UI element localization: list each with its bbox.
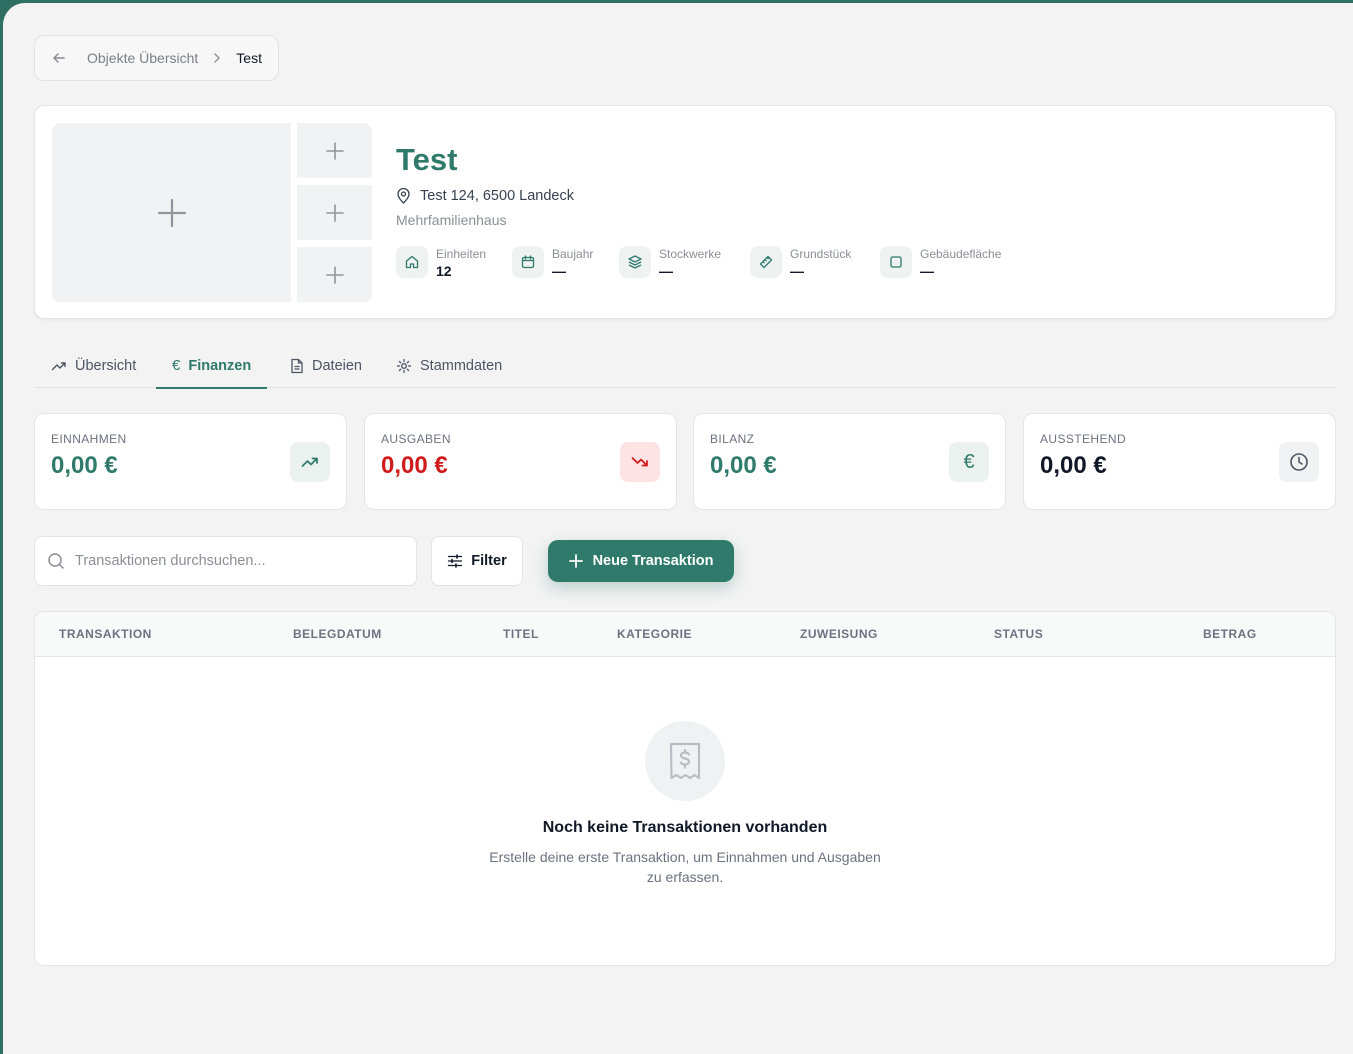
add-image-button-2[interactable] <box>297 185 372 240</box>
kpi-bilanz: BILANZ 0,00 € € <box>693 413 1006 510</box>
stat-baujahr: Baujahr — <box>512 246 619 279</box>
trending-down-icon <box>620 442 660 482</box>
ruler-icon <box>750 246 782 278</box>
column-header-titel[interactable]: TITEL <box>503 627 539 641</box>
tab-label: Finanzen <box>188 357 252 374</box>
property-stats: Einheiten 12 Baujahr — Stockwerke — Grundst… <box>396 246 1020 279</box>
breadcrumb-parent-link[interactable]: Objekte Übersicht <box>87 50 198 66</box>
stat-label: Stockwerke <box>659 247 722 261</box>
property-header-card: Test Test 124, 6500 Landeck Mehrfamilien… <box>34 105 1336 319</box>
column-header-belegdatum[interactable]: BELEGDATUM <box>293 627 382 641</box>
filter-label: Filter <box>471 553 507 569</box>
chevron-right-icon <box>212 52 222 64</box>
calendar-icon <box>512 246 544 278</box>
kpi-value: 0,00 € <box>51 452 118 479</box>
back-arrow-icon[interactable] <box>51 49 69 67</box>
plus-icon <box>325 265 344 284</box>
map-pin-icon <box>397 188 410 204</box>
stat-gebaeudeflaeche: Gebäudefläche — <box>880 246 1020 279</box>
kpi-value: 0,00 € <box>381 452 448 479</box>
table-header: TRANSAKTION BELEGDATUM TITEL KATEGORIE Z… <box>35 612 1335 657</box>
filter-button[interactable]: Filter <box>431 536 523 586</box>
layers-icon <box>619 246 651 278</box>
kpi-label: BILANZ <box>710 432 755 446</box>
tab-dateien[interactable]: Dateien <box>290 343 362 388</box>
stat-value: — <box>659 263 673 279</box>
plus-icon <box>325 203 344 222</box>
stat-einheiten: Einheiten 12 <box>396 246 512 279</box>
file-icon <box>291 358 303 373</box>
column-header-betrag[interactable]: BETRAG <box>1203 627 1257 641</box>
gear-icon <box>396 358 412 373</box>
transaction-search <box>34 536 417 586</box>
kpi-ausgaben: AUSGABEN 0,00 € <box>364 413 677 510</box>
home-icon <box>396 246 428 278</box>
column-header-transaktion[interactable]: TRANSAKTION <box>59 627 152 641</box>
tab-label: Stammdaten <box>420 357 503 374</box>
stat-label: Grundstück <box>790 247 852 261</box>
stat-label: Baujahr <box>552 247 594 261</box>
kpi-value: 0,00 € <box>710 452 777 479</box>
property-type: Mehrfamilienhaus <box>396 212 507 228</box>
stat-value: — <box>920 263 934 279</box>
column-header-status[interactable]: STATUS <box>994 627 1043 641</box>
empty-state-text: Erstelle deine erste Transaktion, um Ein… <box>489 849 881 885</box>
property-address-text: Test 124, 6500 Landeck <box>420 188 574 204</box>
property-address: Test 124, 6500 Landeck <box>396 188 574 204</box>
trending-up-icon <box>51 361 66 370</box>
stat-value: — <box>790 263 804 279</box>
tab-bar: Übersicht € Finanzen Dateien Stammdaten <box>34 343 1336 389</box>
column-header-kategorie[interactable]: KATEGORIE <box>617 627 692 641</box>
stat-grundstueck: Grundstück — <box>750 246 880 279</box>
add-image-button-1[interactable] <box>297 123 372 178</box>
new-transaction-label: Neue Transaktion <box>592 553 714 569</box>
square-icon <box>880 246 912 278</box>
new-transaction-button[interactable]: Neue Transaktion <box>548 540 734 582</box>
transactions-table: TRANSAKTION BELEGDATUM TITEL KATEGORIE Z… <box>34 611 1336 966</box>
kpi-einnahmen: EINNAHMEN 0,00 € <box>34 413 347 510</box>
search-input[interactable] <box>75 553 395 569</box>
tab-label: Übersicht <box>75 357 137 374</box>
column-header-zuweisung[interactable]: ZUWEISUNG <box>800 627 878 641</box>
euro-icon: € <box>172 357 181 374</box>
tab-stammdaten[interactable]: Stammdaten <box>396 343 502 388</box>
breadcrumb-current: Test <box>236 50 262 66</box>
app-frame: Objekte Übersicht Test Test Test 124, 65… <box>3 3 1353 1054</box>
receipt-icon <box>645 721 725 801</box>
plus-icon <box>157 198 186 227</box>
tab-finanzen[interactable]: € Finanzen <box>155 343 268 389</box>
sliders-icon <box>448 554 463 568</box>
kpi-label: AUSSTEHEND <box>1040 432 1127 446</box>
kpi-label: AUSGABEN <box>381 432 451 446</box>
property-title: Test <box>396 142 458 177</box>
search-icon <box>48 553 64 569</box>
breadcrumb: Objekte Übersicht Test <box>34 35 279 81</box>
stat-label: Einheiten <box>436 247 487 261</box>
tab-label: Dateien <box>312 357 362 374</box>
trending-up-icon <box>290 442 330 482</box>
clock-icon <box>1279 442 1319 482</box>
euro-icon: € <box>949 442 989 482</box>
kpi-label: EINNAHMEN <box>51 432 127 446</box>
plus-icon <box>568 554 583 568</box>
kpi-value: 0,00 € <box>1040 452 1107 479</box>
add-image-button-3[interactable] <box>297 247 372 302</box>
stat-value: — <box>552 263 566 279</box>
tab-uebersicht[interactable]: Übersicht <box>51 343 136 388</box>
kpi-ausstehend: AUSSTEHEND 0,00 € <box>1023 413 1336 510</box>
stat-stockwerke: Stockwerke — <box>619 246 750 279</box>
stat-label: Gebäudefläche <box>920 247 1002 261</box>
add-main-image-button[interactable] <box>52 123 291 302</box>
plus-icon <box>325 141 344 160</box>
empty-state-title: Noch keine Transaktionen vorhanden <box>542 819 828 836</box>
stat-value: 12 <box>436 263 452 279</box>
